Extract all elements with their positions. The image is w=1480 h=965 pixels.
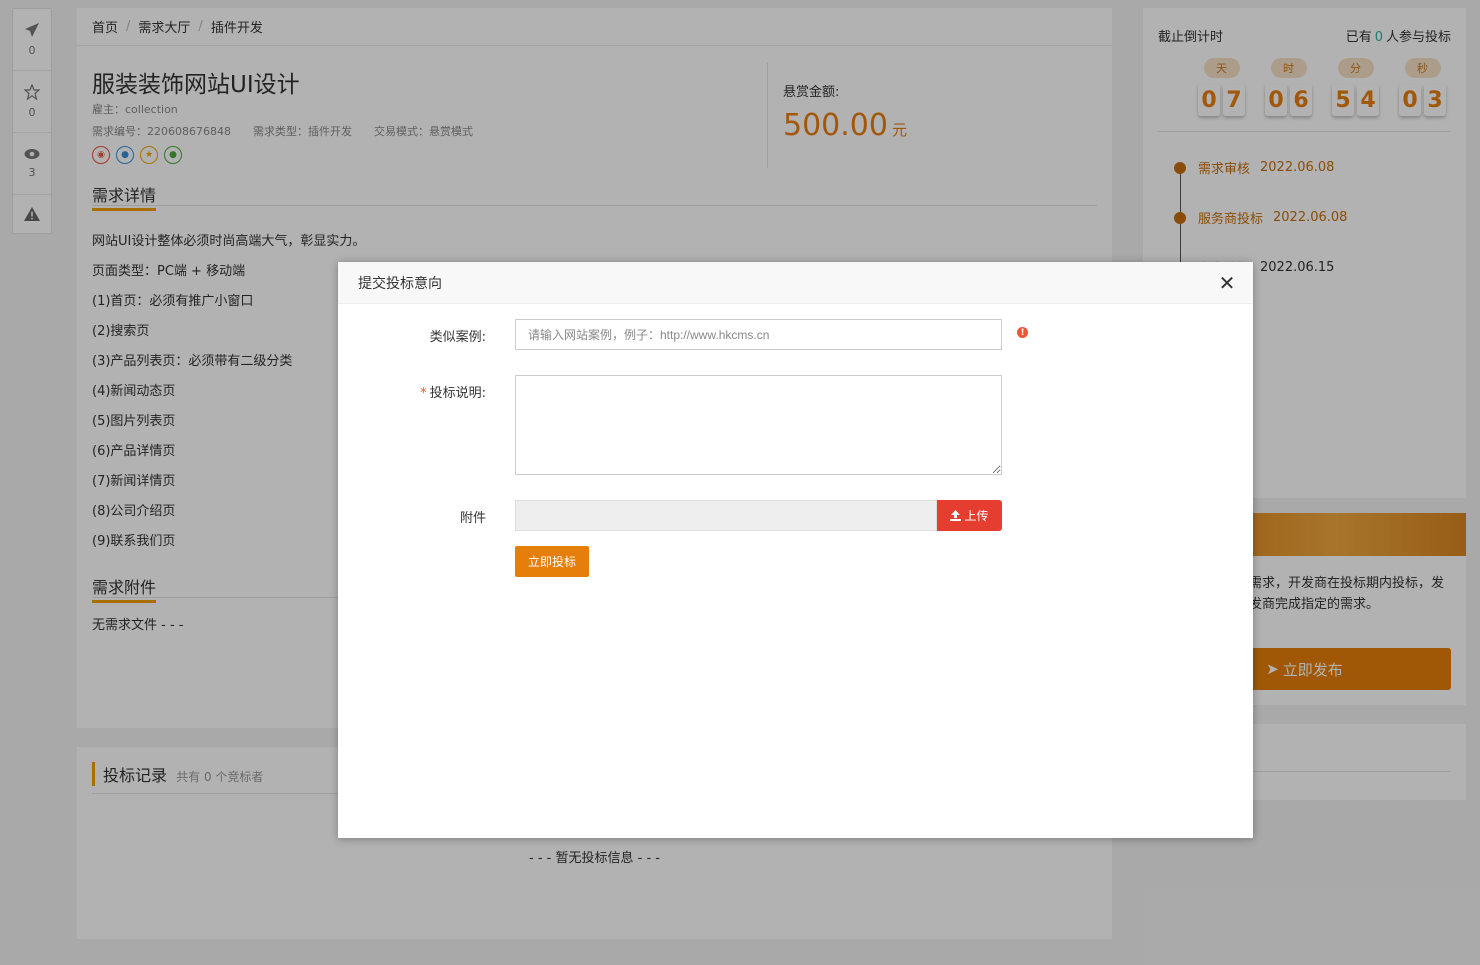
- close-icon[interactable]: ✕: [1217, 271, 1237, 295]
- upload-button[interactable]: 上传: [937, 500, 1002, 531]
- upload-icon: [950, 510, 962, 521]
- error-icon: !: [1017, 327, 1028, 338]
- modal-header: 提交投标意向 ✕: [338, 262, 1253, 304]
- attach-label: 附件: [459, 511, 486, 526]
- desc-textarea[interactable]: [515, 375, 1002, 475]
- desc-label-text: 投标说明:: [429, 386, 486, 401]
- submit-bid-button[interactable]: 立即投标: [515, 546, 589, 577]
- required-mark: *: [420, 386, 427, 401]
- attachment-field[interactable]: [515, 500, 937, 531]
- case-input[interactable]: [515, 319, 1002, 350]
- desc-label: * 投标说明:: [420, 382, 486, 401]
- case-label: 类似案例:: [429, 330, 486, 345]
- upload-button-label: 上传: [964, 509, 989, 523]
- modal-title: 提交投标意向: [358, 275, 442, 292]
- bid-modal: 提交投标意向 ✕ 类似案例: ! *投标说明: 附件 上传 立即投标: [338, 262, 1253, 838]
